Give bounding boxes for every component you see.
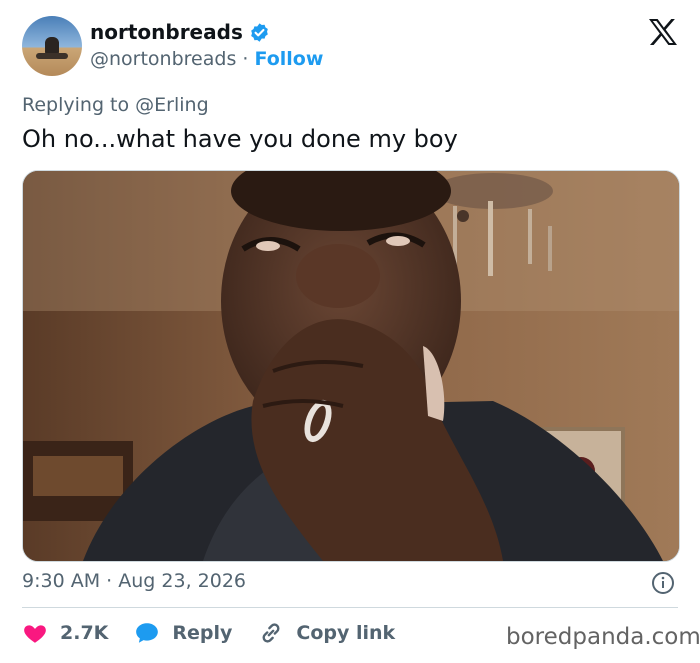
tweet-date: Aug 23, 2026	[118, 570, 246, 592]
author-handle[interactable]: @nortonbreads	[90, 48, 236, 70]
author-name[interactable]: nortonbreads	[90, 20, 243, 44]
action-bar: 2.7K Reply Copy link	[22, 620, 421, 646]
reply-label: Reply	[172, 622, 233, 644]
like-count: 2.7K	[60, 622, 109, 644]
replying-to-line: Replying to @Erling	[22, 94, 209, 116]
info-icon[interactable]	[651, 571, 675, 595]
tweet-time: 9:30 AM	[22, 570, 101, 592]
tweet-text: Oh no...what have you done my boy	[22, 125, 458, 153]
heart-icon	[24, 625, 46, 643]
reply-bubble-icon	[136, 623, 159, 643]
avatar[interactable]	[22, 16, 82, 76]
author-name-row: nortonbreads	[90, 20, 270, 44]
author-handle-row: @nortonbreads · Follow	[90, 48, 323, 70]
copy-link-button[interactable]: Copy link	[258, 620, 395, 646]
avatar-ground	[36, 53, 68, 59]
timestamp-separator: ·	[106, 570, 113, 592]
follow-button[interactable]: Follow	[254, 48, 323, 70]
reply-button[interactable]: Reply	[134, 620, 232, 646]
tweet-timestamp[interactable]: 9:30 AM · Aug 23, 2026	[22, 570, 246, 592]
handle-separator: ·	[242, 48, 249, 70]
link-icon	[262, 623, 280, 643]
tweet-card: nortonbreads @nortonbreads · Follow Repl…	[0, 0, 700, 663]
replying-to-handle[interactable]: @Erling	[135, 94, 208, 116]
copy-link-label: Copy link	[296, 622, 396, 644]
divider	[22, 607, 678, 608]
tweet-media-image[interactable]	[22, 170, 680, 562]
replying-prefix: Replying to	[22, 94, 130, 116]
crying-man-photo	[23, 171, 679, 561]
source-watermark: boredpanda.com	[506, 624, 700, 650]
verified-badge-icon	[251, 22, 268, 42]
x-logo-icon[interactable]	[648, 18, 678, 46]
like-button[interactable]: 2.7K	[22, 620, 108, 646]
